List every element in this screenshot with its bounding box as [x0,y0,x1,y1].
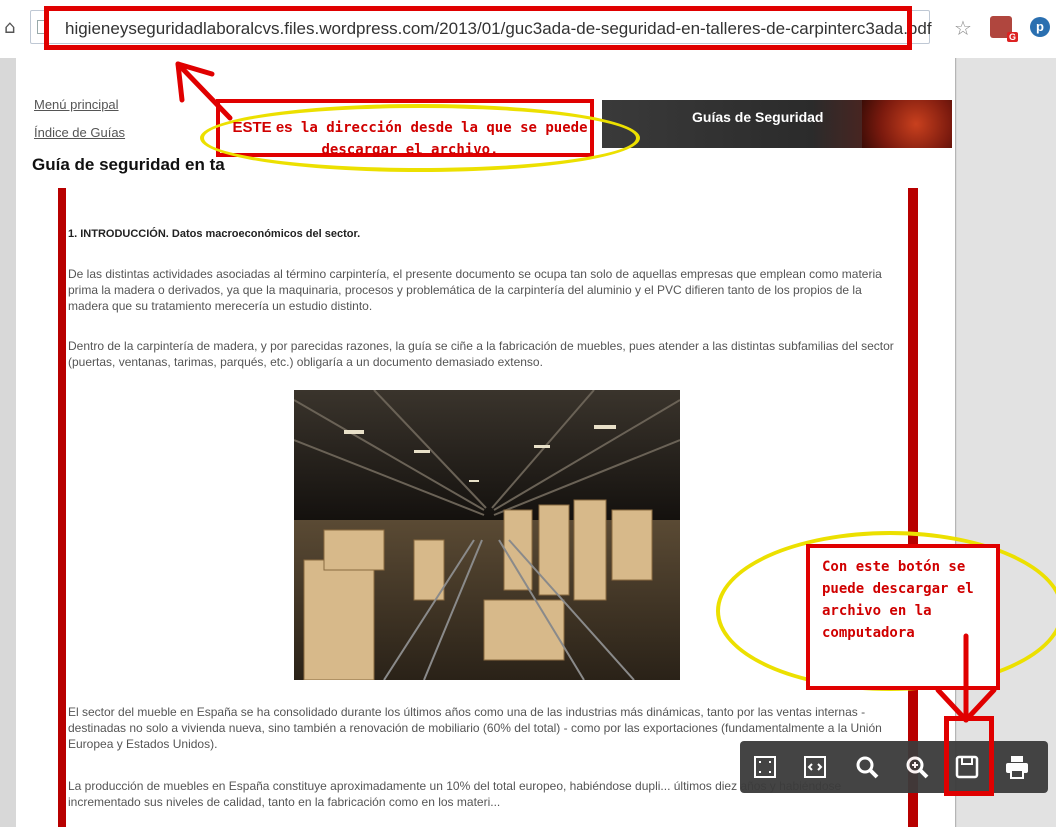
banner-label: Guías de Seguridad [692,109,824,125]
annotation-text-right: Con este botón se puede descargar el arc… [822,559,974,641]
paragraph: Dentro de la carpintería de madera, y po… [68,339,894,369]
print-icon[interactable] [998,747,1036,787]
zoom-in-icon[interactable] [898,747,936,787]
browser-toolbar: ⌂ higieneyseguridadlaboralcvs.files.word… [0,0,1056,58]
fit-width-icon[interactable] [796,747,834,787]
nav-main-menu-link[interactable]: Menú principal [34,97,119,112]
zoom-out-icon[interactable] [848,747,886,787]
extension-feed-icon[interactable]: G [990,16,1018,42]
home-icon[interactable]: ⌂ [4,17,15,38]
margin-bar-right [908,188,918,827]
pdf-floating-toolbar [740,741,1048,793]
paragraph: De las distintas actividades asociadas a… [68,267,882,313]
annotation-lead: ESTE es [232,119,293,136]
extension-icon[interactable]: p [1030,17,1050,37]
fit-page-icon[interactable] [746,747,784,787]
annotation-body: la dirección desde la que se puede desca… [300,120,588,158]
section-heading: 1. INTRODUCCIÓN. Datos macroeconómicos d… [68,228,361,240]
annotation-text-top: ESTE es la dirección desde la que se pue… [220,117,600,161]
page-title: Guía de seguridad en ta [32,155,225,174]
viewer-background [957,58,1056,827]
bookmark-star-icon[interactable]: ☆ [954,16,972,40]
extension-badge: G [1006,32,1018,42]
factory-photo [294,390,680,680]
pdf-page: Menú principal Índice de Guías Guía de s… [16,58,956,827]
save-button-highlight [944,716,994,796]
margin-bar-left [58,188,66,827]
guides-banner: Guías de Seguridad [602,100,952,148]
pdf-viewer: Menú principal Índice de Guías Guía de s… [0,58,1056,827]
banner-art [862,100,952,148]
url-highlight-annotation [44,6,912,50]
nav-guide-index-link[interactable]: Índice de Guías [34,125,125,140]
